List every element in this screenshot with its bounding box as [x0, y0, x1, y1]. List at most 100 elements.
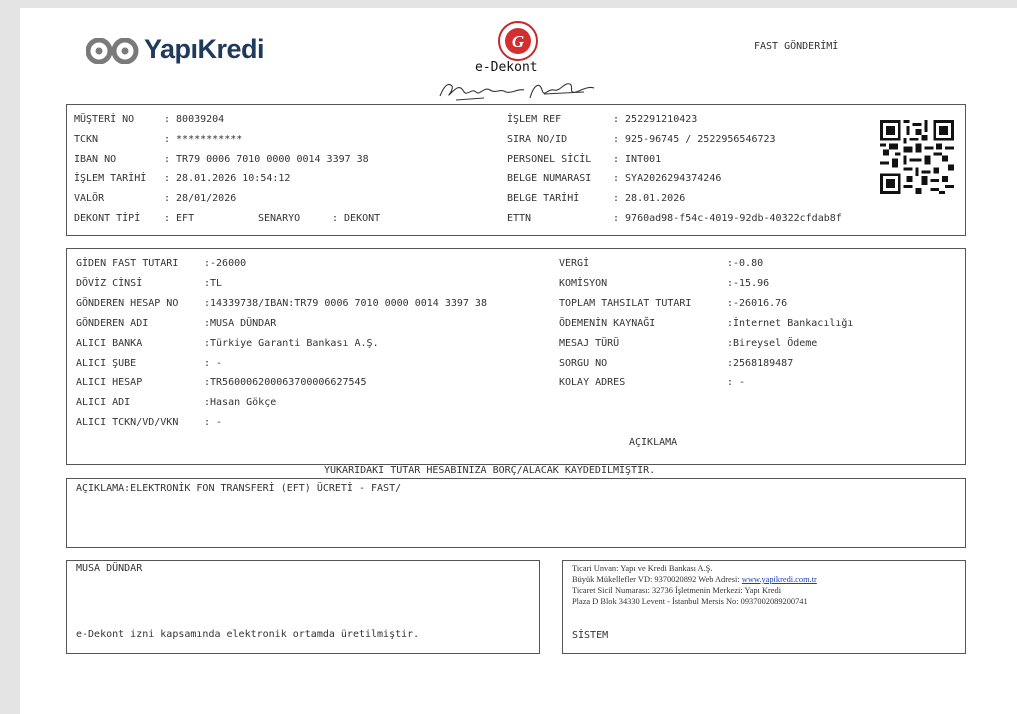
info-value: : *********** — [164, 133, 243, 145]
info-row: GÖNDEREN HESAP NO :14339738/IBAN:TR79 000… — [76, 298, 487, 309]
info-row: BELGE TARİHİ : 28.01.2026 — [507, 193, 685, 204]
info-label: KOLAY ADRES — [559, 377, 626, 389]
info-label: ALICI HESAP — [76, 377, 143, 389]
yapikredi-swirl-logo-icon — [86, 38, 139, 64]
info-value: :-15.96 — [727, 277, 770, 289]
info-row: DÖVİZ CİNSİ :TL — [76, 278, 222, 289]
info-value: : SYA2026294374246 — [613, 173, 722, 185]
info-value: : 9760ad98-f54c-4019-92db-40322cfdab8f — [613, 213, 842, 224]
info-row: GÖNDEREN ADI :MUSA DÜNDAR — [76, 318, 276, 329]
info-label: ALICI BANKA — [76, 337, 143, 349]
bank-tax-text: Büyük Mükellefler VD: 9370020892 Web Adr… — [572, 575, 742, 584]
info-label: İŞLEM TARİHİ — [74, 173, 147, 185]
bank-website-link[interactable]: www.yapikredi.com.tr — [742, 575, 817, 584]
info-row: İŞLEM REF : 252291210423 — [507, 114, 697, 125]
info-label: ETTN — [507, 213, 532, 224]
document-page: YapıKredi G e-Dekont FAST GÖNDERİMİ MÜŞT… — [20, 8, 1017, 714]
info-row: IBAN NO : TR79 0006 7010 0000 0014 3397 3… — [74, 154, 369, 165]
info-label: GÖNDEREN ADI — [76, 317, 149, 329]
info-label: PERSONEL SİCİL — [507, 153, 592, 165]
info-label: DEKONT TİPİ — [74, 213, 141, 224]
info-label: ALICI ŞUBE — [76, 357, 137, 369]
qr-code-icon — [880, 120, 954, 194]
info-label: SIRA NO/ID — [507, 133, 568, 145]
info-value: :-0.80 — [727, 258, 764, 269]
signature-icon — [439, 83, 595, 101]
info-row: İŞLEM TARİHİ : 28.01.2026 10:54:12 — [74, 173, 290, 184]
info-value: :MUSA DÜNDAR — [204, 317, 277, 329]
info-value: : 80039204 — [164, 114, 225, 125]
system-label: SİSTEM — [572, 630, 609, 641]
aciklama-heading: AÇIKLAMA — [629, 437, 678, 448]
info-label: GİDEN FAST TUTARI — [76, 258, 179, 269]
info-label: MESAJ TÜRÜ — [559, 337, 620, 349]
info-row: BELGE NUMARASI : SYA2026294374246 — [507, 173, 721, 184]
info-row: TCKN : *********** — [74, 134, 242, 145]
info-row: ALICI ADI :Hasan Gökçe — [76, 397, 276, 408]
info-value: : EFT — [164, 213, 195, 224]
brand-name: YapıKredi — [144, 34, 265, 64]
info-label: BELGE NUMARASI — [507, 173, 592, 185]
info-row: DEKONT TİPİ : EFT — [74, 213, 194, 224]
info-value: :-26000 — [204, 258, 247, 269]
info-value: : 925-96745 / 2522956546723 — [613, 133, 776, 145]
info-value: : 28.01.2026 — [613, 193, 686, 205]
info-value: : TR79 0006 7010 0000 0014 3397 38 — [164, 153, 369, 165]
info-label: TCKN — [74, 133, 99, 145]
info-label: DÖVİZ CİNSİ — [76, 277, 143, 289]
info-row: SORGU NO :2568189487 — [559, 358, 793, 369]
info-value: :TR560006200063700006627545 — [204, 377, 367, 389]
info-value: :Hasan Gökçe — [204, 397, 277, 409]
info-label: TOPLAM TAHSILAT TUTARI — [559, 297, 692, 309]
info-row: VERGİ :-0.80 — [559, 258, 763, 269]
info-value: : - — [204, 417, 223, 429]
info-label: SORGU NO — [559, 357, 608, 369]
info-value: : 28.01.2026 10:54:12 — [164, 173, 291, 185]
info-row: TOPLAM TAHSILAT TUTARI:-26016.76 — [559, 298, 787, 309]
info-row: MESAJ TÜRÜ :Bireysel Ödeme — [559, 338, 817, 349]
bank-tax-line: Büyük Mükellefler VD: 9370020892 Web Adr… — [572, 574, 817, 585]
bank-title-line: Ticari Unvan: Yapı ve Kredi Bankası A.Ş. — [572, 564, 713, 573]
info-value: :Bireysel Ödeme — [727, 337, 818, 349]
document-type-title: e-Dekont — [475, 60, 538, 75]
info-label: ALICI TCKN/VD/VKN — [76, 417, 179, 429]
info-label: ÖDEMENİN KAYNAĞI — [559, 317, 656, 329]
info-row: VALÖR : 28/01/2026 — [74, 193, 236, 204]
info-value: :14339738/IBAN:TR79 0006 7010 0000 0014 … — [204, 297, 487, 309]
info-label: BELGE TARİHİ — [507, 193, 580, 205]
info-label: ALICI ADI — [76, 397, 131, 409]
info-value: :Türkiye Garanti Bankası A.Ş. — [204, 337, 379, 349]
senaryo-label: SENARYO — [258, 213, 301, 224]
info-label: İŞLEM REF — [507, 114, 562, 125]
description-text: AÇIKLAMA:ELEKTRONİK FON TRANSFERİ (EFT) … — [76, 483, 402, 494]
info-row: KOMİSYON :-15.96 — [559, 278, 769, 289]
info-value: : - — [727, 377, 746, 389]
bank-registry-line: Ticaret Sicil Numarası: 32736 İşletmenin… — [572, 586, 782, 595]
info-label: GÖNDEREN HESAP NO — [76, 297, 179, 309]
customer-name: MUSA DÜNDAR — [76, 563, 143, 574]
info-label: MÜŞTERİ NO — [74, 114, 135, 125]
info-value: : - — [204, 357, 223, 369]
info-row: SIRA NO/ID : 925-96745 / 2522956546723 — [507, 134, 776, 145]
info-row: ALICI BANKA :Türkiye Garanti Bankası A.Ş. — [76, 338, 379, 349]
info-label: IBAN NO — [74, 153, 117, 165]
info-row: MÜŞTERİ NO : 80039204 — [74, 114, 224, 125]
info-label: KOMİSYON — [559, 277, 608, 289]
info-label: VALÖR — [74, 193, 105, 205]
bank-info: Ticari Unvan: Yapı ve Kredi Bankası A.Ş.… — [572, 563, 817, 607]
info-row: ÖDEMENİN KAYNAĞI :İnternet Bankacılığı — [559, 318, 853, 329]
info-value: : INT001 — [613, 153, 662, 165]
svg-text:G: G — [512, 32, 525, 51]
info-row: PERSONEL SİCİL : INT001 — [507, 154, 661, 165]
electronic-note: e-Dekont izni kapsamında elektronik orta… — [76, 629, 420, 640]
info-value: : 28/01/2026 — [164, 193, 237, 205]
info-value: :2568189487 — [727, 357, 794, 369]
header-title: FAST GÖNDERİMİ — [754, 41, 839, 52]
info-value: :TL — [204, 277, 223, 289]
info-row: ALICI TCKN/VD/VKN : - — [76, 417, 222, 428]
info-value: : 252291210423 — [613, 114, 698, 125]
info-value: :İnternet Bankacılığı — [727, 317, 854, 329]
info-row: ALICI HESAP :TR560006200063700006627545 — [76, 377, 367, 388]
debit-notice: YUKARIDAKİ TUTAR HESABINIZA BORÇ/ALACAK … — [324, 465, 656, 476]
info-label: VERGİ — [559, 258, 590, 269]
